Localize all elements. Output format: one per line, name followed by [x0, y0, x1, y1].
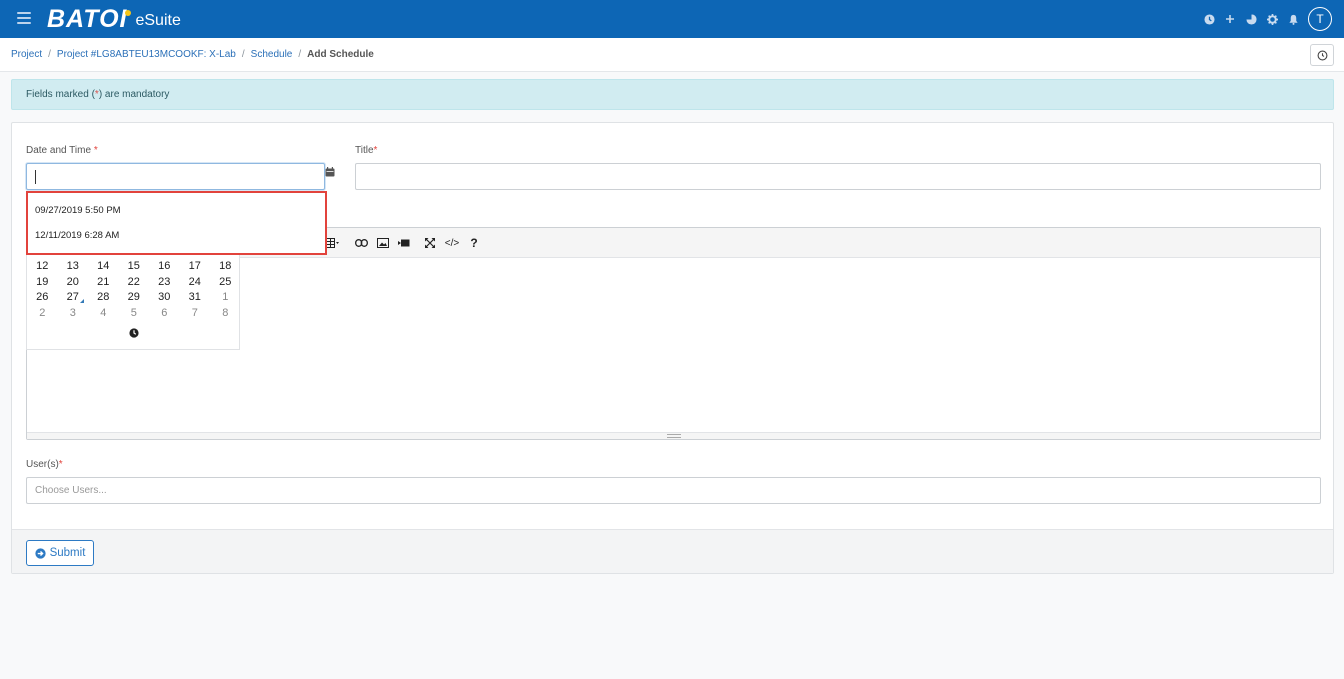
title-input[interactable]: [355, 163, 1321, 190]
bell-icon[interactable]: [1286, 12, 1300, 26]
required-marker: *: [373, 145, 378, 156]
calendar-day[interactable]: 23: [149, 275, 180, 291]
submit-label: Submit: [49, 547, 86, 559]
brand-name: BATOI: [47, 5, 128, 33]
alert-text-suffix: ) are mandatory: [98, 89, 170, 100]
breadcrumb: Project / Project #LG8ABTEU13MCOOKF: X-L…: [11, 49, 374, 60]
mandatory-fields-alert: Fields marked (*) are mandatory: [11, 79, 1334, 110]
calendar-day-next-month[interactable]: 1: [210, 290, 241, 306]
top-navbar: BATOI eSuite T: [0, 0, 1344, 38]
submit-button[interactable]: Submit: [26, 540, 94, 566]
text-caret: [35, 170, 36, 184]
calendar-day[interactable]: 28: [88, 290, 119, 306]
calendar-day[interactable]: 24: [180, 275, 211, 291]
datetime-label-text: Date and Time: [26, 145, 92, 156]
calendar-grid: 12 13 14 15 16 17 18 19 20 21 22 23 24 2…: [27, 259, 241, 321]
suggestion-item[interactable]: 09/27/2019 5:50 PM: [35, 205, 121, 216]
calendar-day[interactable]: 14: [88, 259, 119, 275]
users-label-text: User(s): [26, 459, 59, 470]
form-footer: [12, 529, 1333, 573]
alert-text-prefix: Fields marked (: [26, 89, 95, 100]
calendar-day-next-month[interactable]: 2: [27, 306, 58, 322]
calendar-day[interactable]: 17: [180, 259, 211, 275]
calendar-day[interactable]: 12: [27, 259, 58, 275]
calendar-day-next-month[interactable]: 6: [149, 306, 180, 322]
calendar-day[interactable]: 20: [58, 275, 89, 291]
time-picker-clock-icon[interactable]: [129, 327, 139, 338]
calendar-day[interactable]: 22: [119, 275, 150, 291]
calendar-day[interactable]: 26: [27, 290, 58, 306]
users-select[interactable]: Choose Users...: [26, 477, 1321, 504]
breadcrumb-current: Add Schedule: [307, 49, 374, 60]
arrow-circle-right-icon: [34, 547, 46, 559]
required-marker: *: [93, 145, 98, 156]
calendar-week: 26 27 28 29 30 31 1: [27, 290, 241, 306]
add-schedule-form: Date and Time * Title* </> ? 12 13 14 15…: [11, 122, 1334, 574]
title-label: Title*: [355, 145, 377, 156]
breadcrumb-project-detail[interactable]: Project #LG8ABTEU13MCOOKF: X-Lab: [57, 49, 236, 60]
calendar-day[interactable]: 15: [119, 259, 150, 275]
resize-grip-icon: [667, 434, 681, 438]
datetime-input[interactable]: [26, 163, 325, 190]
suggestion-item[interactable]: 12/11/2019 6:28 AM: [35, 230, 119, 241]
clock-icon[interactable]: [1202, 12, 1216, 26]
brand-logo[interactable]: BATOI eSuite: [47, 6, 181, 32]
calendar-week: 19 20 21 22 23 24 25: [27, 275, 241, 291]
calendar-day[interactable]: 29: [119, 290, 150, 306]
gear-icon[interactable]: [1265, 12, 1279, 26]
calendar-day-next-month[interactable]: 8: [210, 306, 241, 322]
required-marker: *: [58, 459, 63, 470]
user-avatar[interactable]: T: [1308, 7, 1332, 31]
calendar-day-next-month[interactable]: 3: [58, 306, 89, 322]
link-icon[interactable]: [353, 236, 369, 250]
picture-icon[interactable]: [375, 236, 391, 250]
breadcrumb-separator: /: [241, 49, 245, 60]
breadcrumb-bar: Project / Project #LG8ABTEU13MCOOKF: X-L…: [0, 38, 1344, 72]
brand-sub: eSuite: [135, 12, 181, 29]
calendar-week: 12 13 14 15 16 17 18: [27, 259, 241, 275]
calendar-icon[interactable]: [325, 166, 335, 177]
calendar-day[interactable]: 18: [210, 259, 241, 275]
pie-chart-icon[interactable]: [1244, 12, 1258, 26]
datepicker-dropdown: 12 13 14 15 16 17 18 19 20 21 22 23 24 2…: [26, 241, 240, 350]
editor-resize-handle[interactable]: [27, 432, 1320, 439]
calendar-day[interactable]: 25: [210, 275, 241, 291]
video-icon[interactable]: [396, 236, 412, 250]
breadcrumb-project[interactable]: Project: [11, 49, 42, 60]
history-button[interactable]: [1310, 44, 1334, 66]
menu-toggle-icon[interactable]: [17, 12, 31, 24]
calendar-day-next-month[interactable]: 7: [180, 306, 211, 322]
breadcrumb-schedule[interactable]: Schedule: [251, 49, 293, 60]
brand-dot: [125, 10, 132, 16]
calendar-day-next-month[interactable]: 5: [119, 306, 150, 322]
calendar-day[interactable]: 30: [149, 290, 180, 306]
calendar-day[interactable]: 21: [88, 275, 119, 291]
calendar-day[interactable]: 13: [58, 259, 89, 275]
title-label-text: Title: [355, 145, 374, 156]
breadcrumb-separator: /: [298, 49, 302, 60]
header-actions: T: [1195, 7, 1332, 31]
calendar-day-today[interactable]: 27: [58, 290, 89, 306]
calendar-day[interactable]: 16: [149, 259, 180, 275]
datetime-label: Date and Time *: [26, 145, 98, 156]
help-icon[interactable]: ?: [467, 236, 481, 250]
fullscreen-icon[interactable]: [422, 236, 438, 250]
history-icon: [1317, 50, 1327, 60]
plus-icon[interactable]: [1223, 12, 1237, 26]
breadcrumb-separator: /: [48, 49, 51, 60]
calendar-day-next-month[interactable]: 4: [88, 306, 119, 322]
datetime-suggestions-list: 09/27/2019 5:50 PM 12/11/2019 6:28 AM: [26, 191, 327, 255]
users-label: User(s)*: [26, 459, 63, 470]
calendar-day[interactable]: 31: [180, 290, 211, 306]
code-view-icon[interactable]: </>: [443, 236, 461, 250]
calendar-week: 2 3 4 5 6 7 8: [27, 306, 241, 322]
calendar-day[interactable]: 19: [27, 275, 58, 291]
